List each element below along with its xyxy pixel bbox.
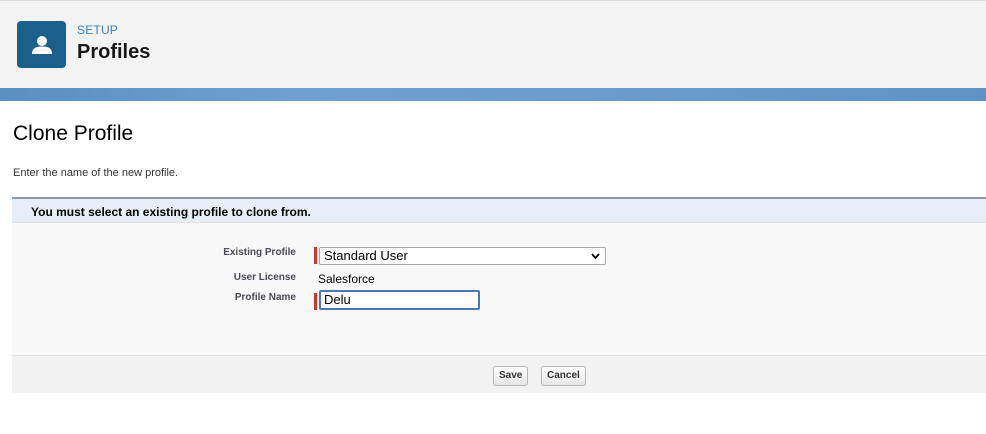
page-header: SETUP Profiles xyxy=(0,0,986,88)
page-title: Profiles xyxy=(77,41,151,63)
user-icon xyxy=(17,21,66,68)
user-license-row: User License Salesforce xyxy=(12,270,986,290)
setup-label: SETUP xyxy=(77,23,119,37)
existing-profile-label: Existing Profile xyxy=(223,247,296,258)
chevron-down-icon xyxy=(591,249,600,269)
required-indicator xyxy=(314,247,317,264)
profile-name-row: Profile Name Delu xyxy=(12,290,986,310)
existing-profile-select[interactable]: Standard User xyxy=(319,247,606,265)
clone-form-block: You must select an existing profile to c… xyxy=(12,197,986,393)
required-indicator xyxy=(314,293,317,310)
existing-profile-selected: Standard User xyxy=(324,248,408,263)
block-header: You must select an existing profile to c… xyxy=(12,199,986,223)
button-bar: Save Cancel xyxy=(12,355,986,393)
clone-profile-description: Enter the name of the new profile. xyxy=(13,167,179,179)
save-button[interactable]: Save xyxy=(493,366,529,386)
main-content: Clone Profile Enter the name of the new … xyxy=(0,101,986,434)
existing-profile-row: Existing Profile Standard User xyxy=(12,245,986,265)
profile-name-label: Profile Name xyxy=(234,292,296,303)
cancel-button[interactable]: Cancel xyxy=(541,366,586,386)
user-license-value: Salesforce xyxy=(318,272,375,286)
profile-name-input[interactable]: Delu xyxy=(319,290,480,310)
user-license-label: User License xyxy=(233,272,296,283)
header-band xyxy=(0,88,986,101)
clone-profile-title: Clone Profile xyxy=(13,122,134,145)
